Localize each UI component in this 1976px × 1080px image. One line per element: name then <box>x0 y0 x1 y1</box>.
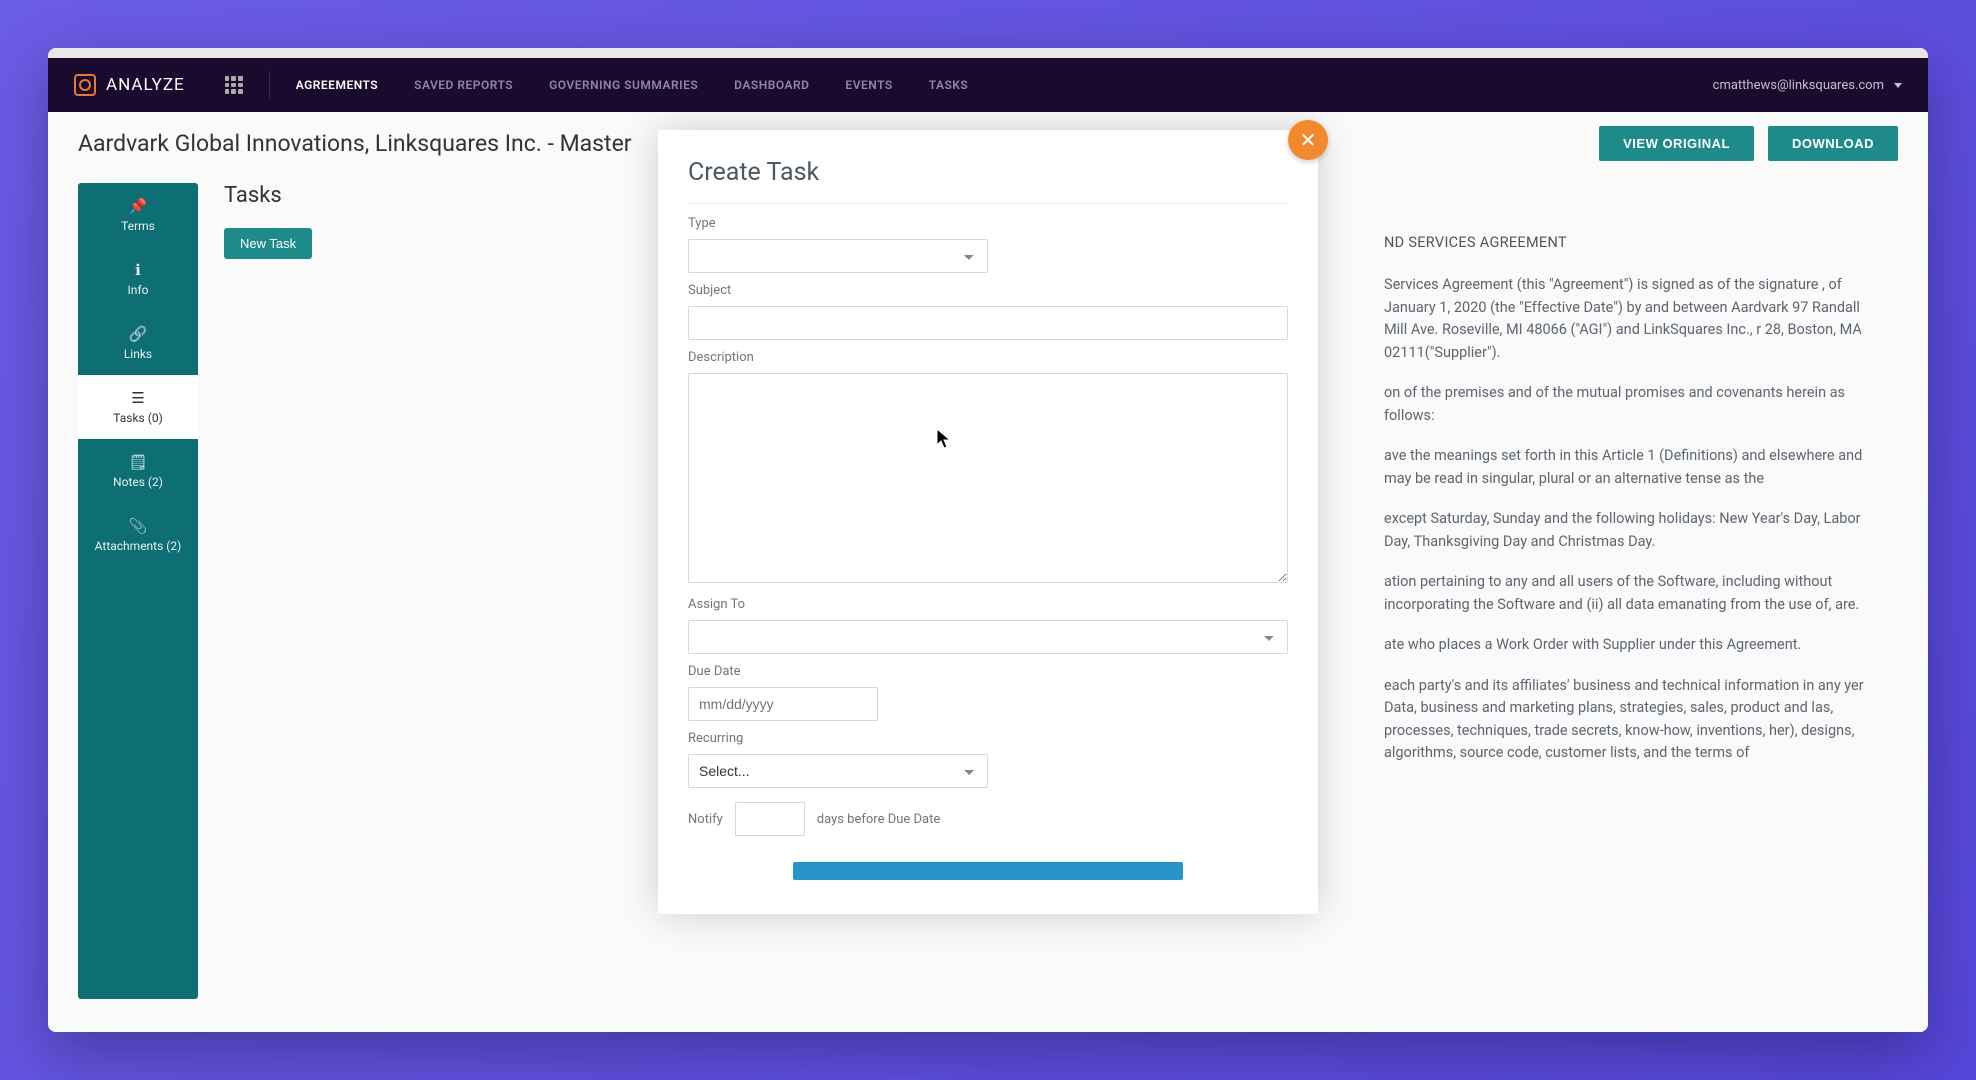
due-date-label: Due Date <box>688 664 1288 679</box>
recurring-select[interactable]: Select... <box>688 754 988 788</box>
sidebar-item-notes[interactable]: 🗒 Notes (2) <box>78 439 198 503</box>
pin-icon: 📌 <box>84 197 192 215</box>
list-icon: ☰ <box>84 389 192 407</box>
page-title: Aardvark Global Innovations, Linksquares… <box>78 130 632 157</box>
nav-links: AGREEMENTS SAVED REPORTS GOVERNING SUMMA… <box>296 78 969 92</box>
brand-name: ANALYZE <box>106 75 185 95</box>
sidebar-item-links[interactable]: 🔗 Links <box>78 311 198 375</box>
left-sidebar: 📌 Terms ℹ Info 🔗 Links ☰ Tasks (0) 🗒 <box>78 183 198 999</box>
description-label: Description <box>688 350 1288 365</box>
due-date-input[interactable] <box>688 687 878 721</box>
app-grid-icon[interactable] <box>225 76 243 94</box>
sidebar-item-label: Links <box>124 347 152 361</box>
document-paragraph: ation pertaining to any and all users of… <box>1384 571 1874 616</box>
analyze-logo-icon <box>74 74 96 96</box>
sidebar-item-terms[interactable]: 📌 Terms <box>78 183 198 247</box>
subject-input[interactable] <box>688 306 1288 340</box>
new-task-button[interactable]: New Task <box>224 228 312 259</box>
document-paragraph: ate who places a Work Order with Supplie… <box>1384 634 1874 656</box>
nav-events[interactable]: EVENTS <box>845 78 892 92</box>
nav-saved-reports[interactable]: SAVED REPORTS <box>414 78 513 92</box>
sidebar-item-label: Attachments (2) <box>95 539 182 553</box>
user-email: cmatthews@linksquares.com <box>1713 78 1884 93</box>
create-task-modal: ✕ Create Task Type Subject Description A… <box>658 130 1318 914</box>
subject-label: Subject <box>688 283 1288 298</box>
sidebar-item-attachments[interactable]: 📎 Attachments (2) <box>78 503 198 567</box>
notify-label: Notify <box>688 812 723 827</box>
sidebar-item-label: Notes (2) <box>113 475 163 489</box>
notify-days-input[interactable] <box>735 802 805 836</box>
nav-divider <box>269 71 270 99</box>
document-heading: ND SERVICES AGREEMENT <box>1384 232 1874 254</box>
document-preview: ND SERVICES AGREEMENT Services Agreement… <box>1384 232 1874 782</box>
brand-logo[interactable]: ANALYZE <box>74 74 185 96</box>
link-icon: 🔗 <box>84 325 192 343</box>
description-textarea[interactable] <box>688 373 1288 583</box>
assign-to-label: Assign To <box>688 597 1288 612</box>
chevron-down-icon <box>1894 83 1902 88</box>
document-paragraph: Services Agreement (this "Agreement") is… <box>1384 274 1874 364</box>
view-original-button[interactable]: VIEW ORIGINAL <box>1599 126 1754 161</box>
notify-suffix: days before Due Date <box>817 812 941 827</box>
top-nav: ANALYZE AGREEMENTS SAVED REPORTS GOVERNI… <box>48 58 1928 112</box>
paperclip-icon: 📎 <box>84 517 192 535</box>
info-icon: ℹ <box>84 261 192 279</box>
nav-governing-summaries[interactable]: GOVERNING SUMMARIES <box>549 78 698 92</box>
recurring-label: Recurring <box>688 731 1288 746</box>
modal-title: Create Task <box>688 158 1288 204</box>
document-paragraph: ave the meanings set forth in this Artic… <box>1384 445 1874 490</box>
nav-tasks[interactable]: TASKS <box>929 78 969 92</box>
sidebar-item-label: Tasks (0) <box>113 411 163 425</box>
sidebar-filler <box>78 567 198 999</box>
browser-chrome <box>48 48 1928 58</box>
type-select[interactable] <box>688 239 988 273</box>
nav-agreements[interactable]: AGREEMENTS <box>296 78 378 92</box>
assign-to-select[interactable] <box>688 620 1288 654</box>
sidebar-item-label: Info <box>128 283 149 297</box>
document-paragraph: on of the premises and of the mutual pro… <box>1384 382 1874 427</box>
sidebar-item-tasks[interactable]: ☰ Tasks (0) <box>78 375 198 439</box>
user-menu[interactable]: cmatthews@linksquares.com <box>1713 78 1902 93</box>
type-label: Type <box>688 216 1288 231</box>
download-button[interactable]: DOWNLOAD <box>1768 126 1898 161</box>
modal-submit-button[interactable] <box>793 862 1183 880</box>
nav-dashboard[interactable]: DASHBOARD <box>734 78 809 92</box>
note-icon: 🗒 <box>84 453 192 471</box>
document-paragraph: each party's and its affiliates' busines… <box>1384 675 1874 765</box>
sidebar-item-info[interactable]: ℹ Info <box>78 247 198 311</box>
sidebar-item-label: Terms <box>121 219 155 233</box>
document-paragraph: except Saturday, Sunday and the followin… <box>1384 508 1874 553</box>
close-icon[interactable]: ✕ <box>1288 120 1328 160</box>
